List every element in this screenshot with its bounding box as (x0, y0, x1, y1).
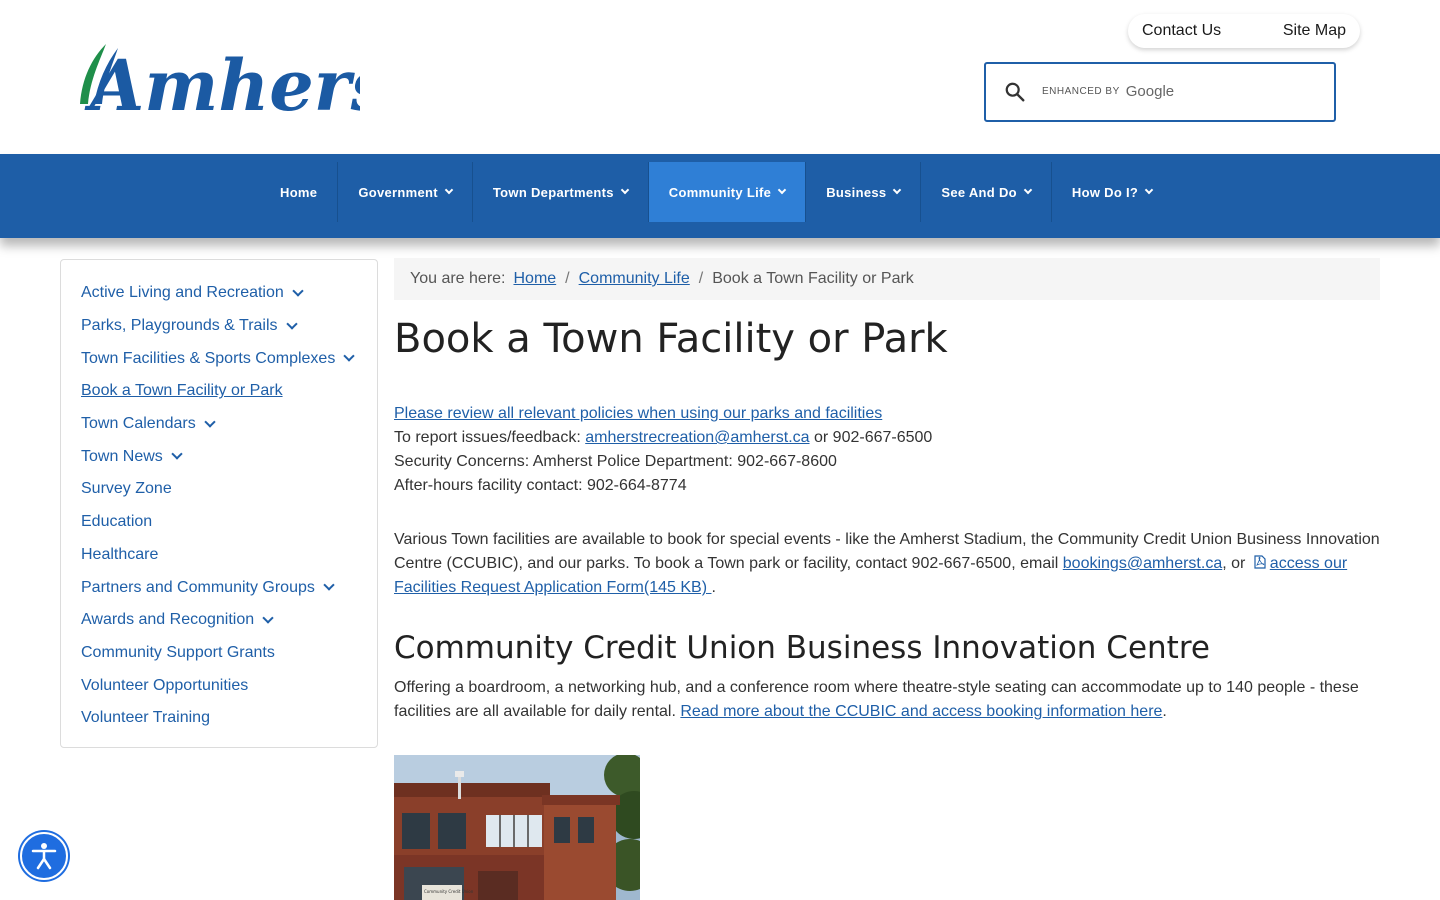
nav-item-community-life[interactable]: Community Life (648, 162, 807, 222)
chevron-down-icon (777, 185, 787, 195)
breadcrumb-current: Book a Town Facility or Park (712, 270, 914, 287)
sidebar-item-label: Volunteer Training (81, 709, 210, 727)
ccubic-paragraph: Offering a boardroom, a networking hub, … (394, 676, 1384, 724)
nav-item-how-do-i[interactable]: How Do I? (1052, 162, 1172, 222)
sidebar-item-education[interactable]: Education (61, 506, 377, 539)
nav-item-home[interactable]: Home (260, 162, 339, 222)
main-navigation: Home Government Town Departments Community … (0, 154, 1440, 238)
report-suffix: or 902-667-6500 (814, 429, 933, 446)
breadcrumb-separator: / (698, 270, 704, 287)
application-form-link-text-a: access our (1269, 555, 1348, 572)
chevron-down-icon (1144, 185, 1154, 195)
booking-end: . (711, 579, 716, 596)
sidebar-item-label: Partners and Community Groups (81, 578, 315, 596)
after-hours-line: After-hours facility contact: 902-664-87… (394, 477, 687, 494)
sidebar-item-label: Book a Town Facility or Park (81, 382, 283, 400)
chevron-down-icon[interactable] (285, 317, 298, 330)
recreation-email-link[interactable]: amherstrecreation@amherst.ca (585, 429, 809, 446)
sidebar-item-parks-playgrounds-trails[interactable]: Parks, Playgrounds & Trails (61, 310, 377, 343)
chevron-down-icon (444, 185, 454, 195)
site-map-link[interactable]: Site Map (1283, 22, 1346, 40)
accessibility-person-icon (31, 843, 57, 870)
nav-item-label: Business (826, 184, 887, 200)
chevron-down-icon[interactable] (204, 415, 216, 428)
ccubic-end: . (1162, 703, 1167, 720)
search-input[interactable] (1042, 77, 1302, 107)
chevron-down-icon[interactable] (323, 579, 335, 591)
sidebar-item-town-facilities-sports-complexes[interactable]: Town Facilities & Sports Complexes (61, 342, 377, 375)
sidebar-item-label: Community Support Grants (81, 643, 275, 661)
sidebar-item-label: Active Living and Recreation (81, 284, 284, 302)
nav-item-label: Community Life (668, 184, 772, 200)
logo-wordmark: Amherst (84, 44, 360, 126)
nav-item-label: See And Do (941, 184, 1017, 200)
booking-or-text: , or (1222, 555, 1246, 572)
breadcrumb-home-link[interactable]: Home (513, 270, 556, 288)
sidebar-item-label: Survey Zone (81, 480, 172, 498)
utility-links: Contact Us Site Map (1128, 14, 1360, 48)
sidebar-item-awards-and-recognition[interactable]: Awards and Recognition (61, 604, 377, 637)
breadcrumb-prefix: You are here: (410, 270, 506, 287)
sidebar-item-active-living-and-recreation[interactable]: Active Living and Recreation (61, 277, 377, 310)
chevron-down-icon[interactable] (343, 350, 355, 362)
nav-item-business[interactable]: Business (806, 162, 922, 222)
amherst-logo[interactable]: Amherst (76, 26, 422, 127)
sidebar-item-label: Education (81, 513, 153, 531)
breadcrumb-separator: / (565, 270, 570, 287)
nav-item-government[interactable]: Government (338, 162, 473, 222)
report-prefix: To report issues/feedback: (394, 429, 581, 446)
security-line: Security Concerns: Amherst Police Depart… (394, 453, 837, 470)
chevron-down-icon[interactable] (171, 448, 183, 460)
chevron-down-icon (1023, 185, 1033, 195)
pdf-icon (1254, 555, 1266, 569)
sidebar-item-label: Healthcare (81, 545, 159, 563)
chevron-down-icon (893, 185, 902, 195)
chevron-down-icon (620, 185, 630, 195)
bookings-email-link[interactable]: bookings@amherst.ca (1063, 555, 1222, 572)
sidebar-item-label: Town News (81, 447, 163, 465)
site-header: Amherst Contact Us Site Map ENHANCED BY … (0, 0, 1440, 154)
sidebar-item-book-a-town-facility-or-park[interactable]: Book a Town Facility or Park (61, 375, 377, 408)
nav-item-label: Town Departments (492, 184, 614, 200)
nav-item-label: Government (358, 184, 438, 200)
sidebar-item-label: Awards and Recognition (81, 611, 255, 629)
nav-item-label: Home (280, 184, 318, 200)
accessibility-button[interactable] (20, 832, 68, 880)
nav-menu: Home Government Town Departments Community … (260, 162, 1172, 222)
sidebar-item-volunteer-training[interactable]: Volunteer Training (61, 702, 377, 735)
search-icon[interactable] (1004, 81, 1026, 103)
sidebar-item-town-news[interactable]: Town News (61, 440, 377, 473)
site-search: ENHANCED BY Google (984, 62, 1336, 122)
sidebar-item-healthcare[interactable]: Healthcare (61, 539, 377, 572)
chevron-down-icon[interactable] (292, 285, 304, 297)
page-title: Book a Town Facility or Park (394, 316, 948, 362)
policies-link[interactable]: Please review all relevant policies when… (394, 405, 882, 422)
sidebar-item-label: Parks, Playgrounds & Trails (81, 317, 278, 335)
report-line: To report issues/feedback: amherstrecrea… (394, 426, 1380, 450)
ccubic-read-more-link[interactable]: Read more about the CCUBIC and access bo… (680, 703, 1162, 720)
nav-item-label: How Do I? (1071, 184, 1139, 200)
contact-info: Please review all relevant policies when… (394, 402, 1380, 498)
sidebar-item-partners-and-community-groups[interactable]: Partners and Community Groups (61, 571, 377, 604)
chevron-down-icon[interactable] (262, 612, 274, 624)
sidebar-item-town-calendars[interactable]: Town Calendars (61, 408, 377, 441)
ccubic-building-photo: Community Credit Union (394, 755, 640, 900)
building-sign-text: Community Credit Union (424, 889, 474, 894)
sidebar-item-volunteer-opportunities[interactable]: Volunteer Opportunities (61, 669, 377, 702)
nav-item-town-departments[interactable]: Town Departments (473, 162, 649, 222)
sidebar-item-community-support-grants[interactable]: Community Support Grants (61, 637, 377, 670)
sidebar-item-label: Town Calendars (81, 415, 196, 433)
application-form-link-text-b: Facilities Request Application Form(145 … (394, 579, 708, 596)
breadcrumb-community-life-link[interactable]: Community Life (579, 270, 690, 288)
sidebar-item-label: Town Facilities & Sports Complexes (81, 349, 336, 367)
sidebar-item-survey-zone[interactable]: Survey Zone (61, 473, 377, 506)
nav-item-see-and-do[interactable]: See And Do (921, 162, 1052, 222)
section-sidebar: Active Living and Recreation Parks, Playg… (60, 259, 378, 748)
contact-us-link[interactable]: Contact Us (1142, 22, 1221, 40)
ccubic-heading: Community Credit Union Business Innovati… (394, 630, 1210, 666)
sidebar-item-label: Volunteer Opportunities (81, 676, 249, 694)
booking-paragraph: Various Town facilities are available to… (394, 528, 1384, 600)
breadcrumb: You are here: Home / Community Life / Bo… (394, 258, 1380, 300)
